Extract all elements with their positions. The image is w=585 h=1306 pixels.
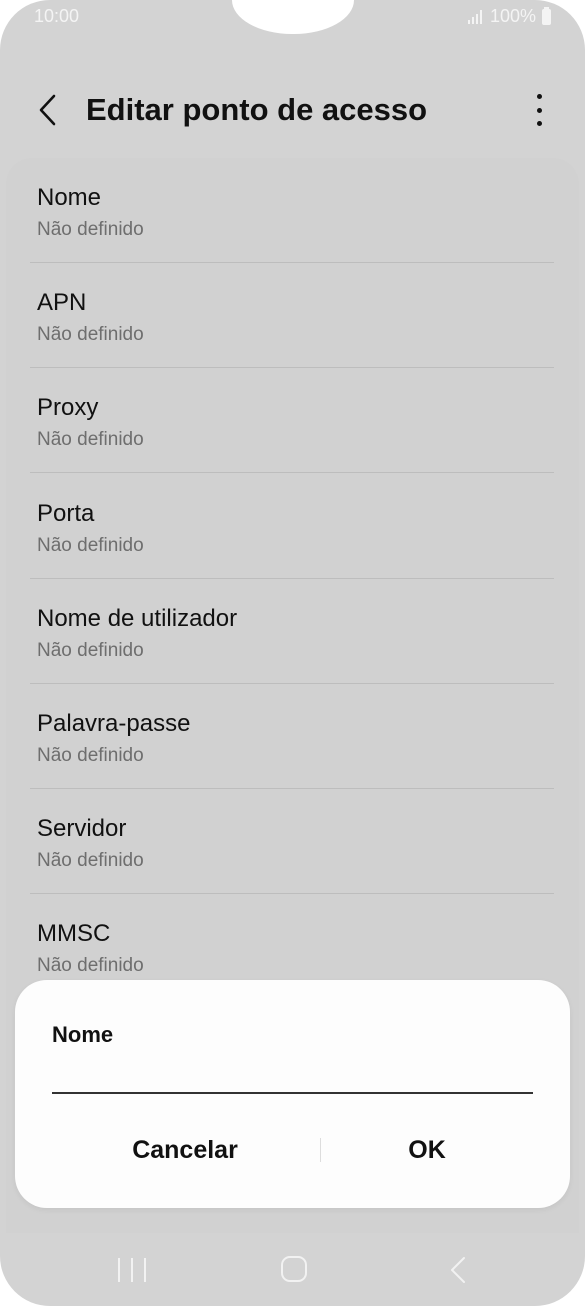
item-title: Nome de utilizador (37, 605, 238, 632)
cancel-button[interactable]: Cancelar (65, 1122, 305, 1178)
recent-apps-icon[interactable] (118, 1258, 146, 1282)
item-value: Não definido (37, 219, 144, 240)
item-title: Proxy (37, 394, 99, 421)
item-title: MMSC (37, 920, 111, 947)
item-title: Servidor (37, 815, 127, 842)
list-item-nome-utilizador[interactable]: Nome de utilizador Não definido (30, 579, 554, 684)
item-value: Não definido (37, 535, 144, 556)
back-button[interactable] (30, 90, 70, 130)
status-time: 10:00 (34, 6, 80, 26)
page-title: Editar ponto de acesso (86, 92, 428, 127)
item-value: Não definido (37, 429, 144, 450)
list-item-proxy[interactable]: Proxy Não definido (30, 368, 554, 473)
list-item-porta[interactable]: Porta Não definido (30, 474, 554, 579)
more-vertical-icon (536, 94, 542, 99)
name-input[interactable] (52, 1054, 533, 1094)
item-value: Não definido (37, 745, 144, 766)
signal-icon (467, 9, 482, 24)
divider (30, 472, 554, 473)
home-icon[interactable] (281, 1256, 307, 1282)
dialog-title: Nome (52, 1022, 114, 1047)
battery-icon (542, 6, 551, 25)
list-item-palavra-passe[interactable]: Palavra-passe Não definido (30, 684, 554, 789)
back-arrow-icon (39, 94, 56, 126)
list-item-servidor[interactable]: Servidor Não definido (30, 789, 554, 894)
list-item-apn[interactable]: APN Não definido (30, 263, 554, 368)
navigation-bar (0, 1236, 585, 1306)
item-value: Não definido (37, 324, 144, 345)
item-title: Porta (37, 500, 95, 527)
item-value: Não definido (37, 955, 144, 976)
more-options-button[interactable] (527, 94, 551, 126)
status-bar: 10:00 100% (0, 0, 585, 36)
item-value: Não definido (37, 640, 144, 661)
phone-screen: 10:00 100% Editar ponto de acesso Nome N… (0, 0, 585, 1306)
status-indicators: 100% (467, 6, 551, 27)
ok-button[interactable]: OK (307, 1122, 547, 1178)
list-item-nome[interactable]: Nome Não definido (30, 158, 554, 263)
item-title: Palavra-passe (37, 710, 191, 737)
item-title: Nome (37, 184, 102, 211)
app-header: Editar ponto de acesso (0, 80, 585, 140)
item-value: Não definido (37, 850, 144, 871)
nav-back-icon[interactable] (446, 1254, 470, 1286)
battery-level: 100% (489, 6, 536, 26)
item-title: APN (37, 289, 87, 316)
name-edit-dialog: Nome Cancelar OK (15, 980, 570, 1208)
dialog-actions: Cancelar OK (15, 1122, 570, 1178)
